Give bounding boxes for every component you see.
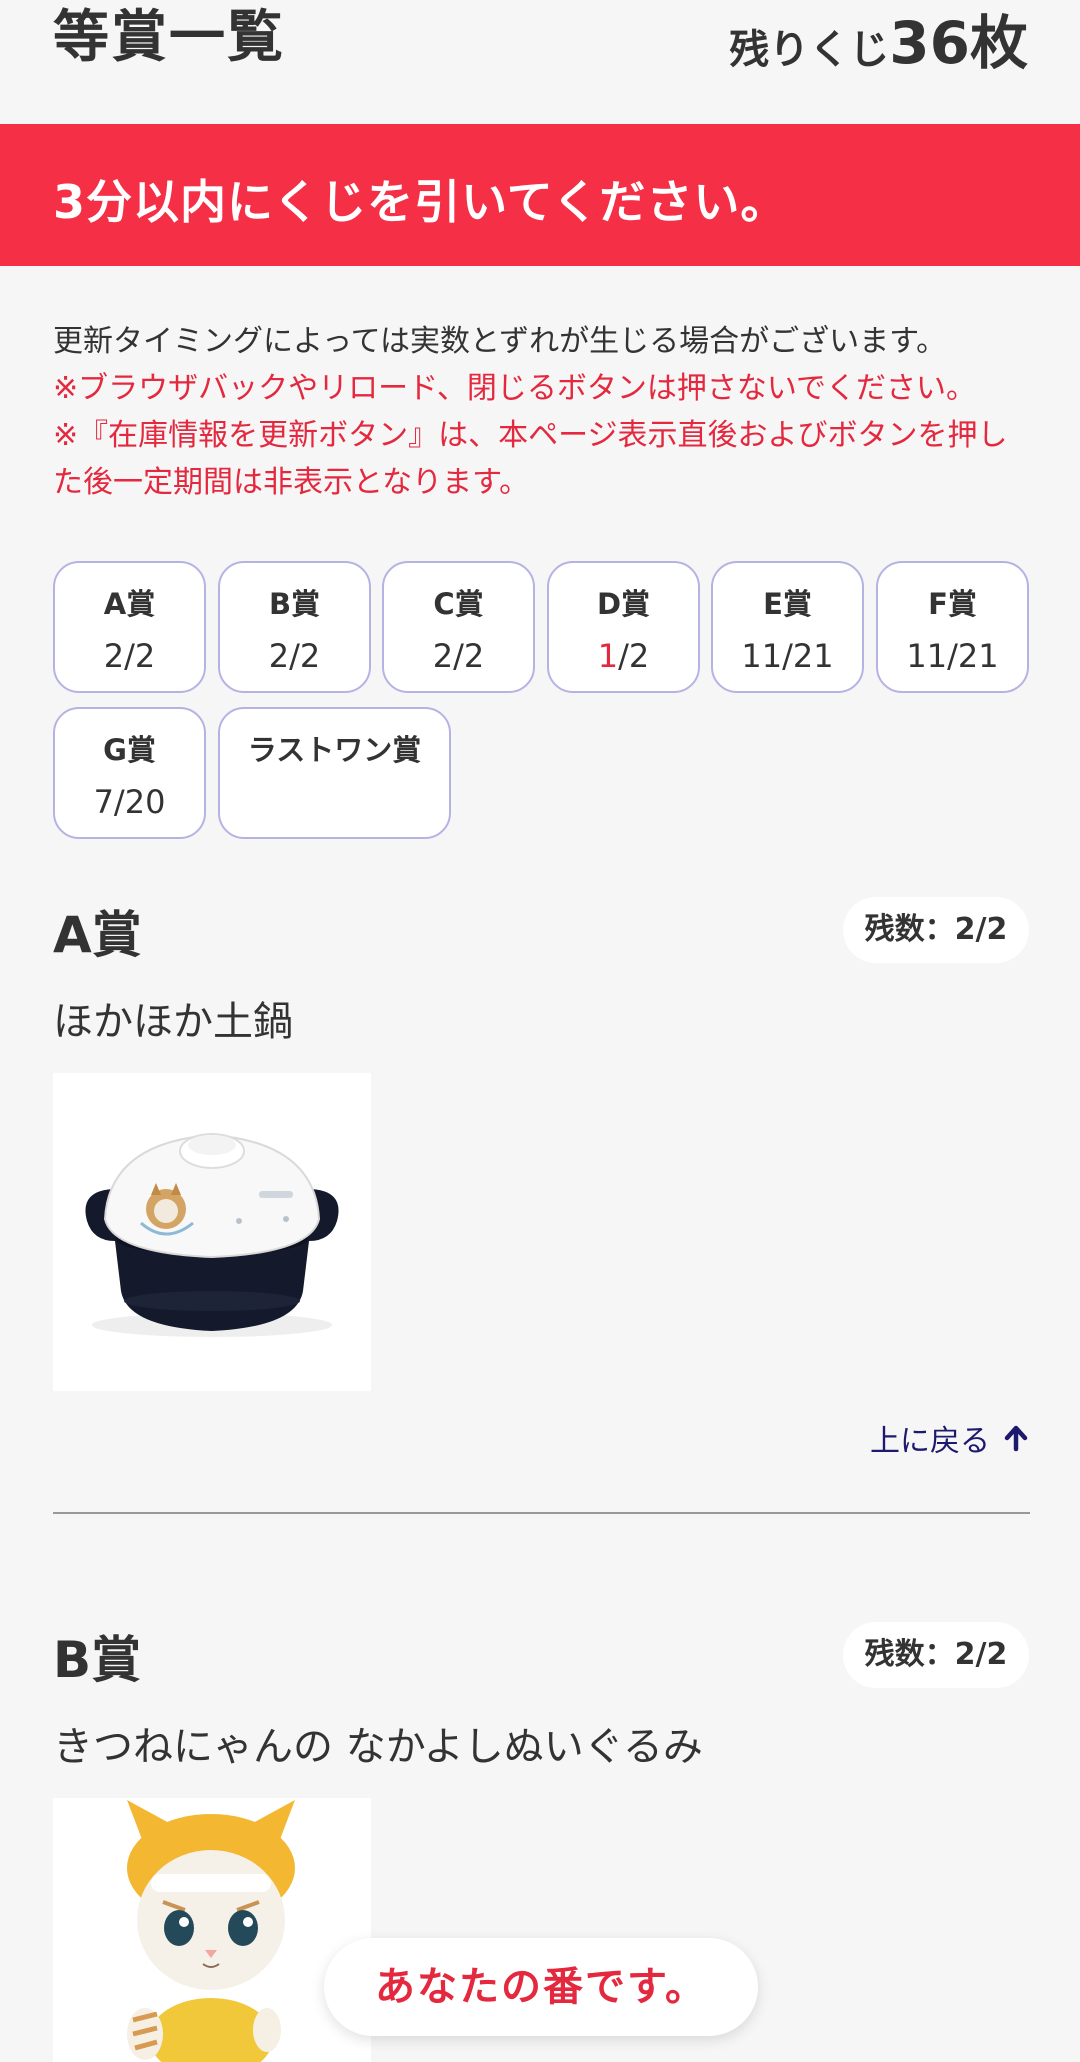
remaining-badge-a: 残数：2/2 <box>843 897 1029 963</box>
remaining-badge-b: 残数：2/2 <box>843 1622 1029 1688</box>
prize-tab-label: C賞 <box>433 587 484 621</box>
header: 等賞一覧 残りくじ36枚 <box>53 0 1028 80</box>
prize-tab-f[interactable]: F賞 11/21 <box>876 561 1029 693</box>
prize-tab-g[interactable]: G賞 7/20 <box>53 707 206 839</box>
prize-tab-label: E賞 <box>763 587 812 621</box>
prize-tab-count: 2/2 <box>103 637 156 675</box>
prize-tab-count: 7/20 <box>93 783 166 821</box>
prize-tab-count: 1/2 <box>549 637 698 675</box>
prize-tab-label: G賞 <box>103 733 156 767</box>
item-image-plush <box>53 1798 371 2062</box>
prize-tab-count: 11/21 <box>741 637 834 675</box>
timer-banner: 3分以内にくじを引いてください。 <box>0 124 1080 266</box>
prize-tab-label: D賞 <box>596 587 651 621</box>
prize-tab-c[interactable]: C賞 2/2 <box>382 561 535 693</box>
notice-text: 更新タイミングによっては実数とずれが生じる場合がございます。 ※ブラウザバックや… <box>53 318 1033 506</box>
prize-tab-e[interactable]: E賞 11/21 <box>711 561 864 693</box>
item-name-b: きつねにゃんの なかよしぬいぐるみ <box>53 1724 703 1770</box>
prize-tab-count: 2/2 <box>432 637 485 675</box>
prize-tab-b[interactable]: B賞 2/2 <box>218 561 371 693</box>
remaining-tickets: 残りくじ36枚 <box>729 0 1028 80</box>
plush-illustration <box>127 1800 295 2062</box>
prize-tab-label: F賞 <box>928 587 977 621</box>
prize-tab-count: 2/2 <box>268 637 321 675</box>
prize-tab-label: B賞 <box>268 587 321 621</box>
item-name-a: ほかほか土鍋 <box>53 999 293 1045</box>
prize-tab-count-low: 1 <box>597 637 619 675</box>
arrow-up-icon <box>1004 1425 1028 1452</box>
page-title: 等賞一覧 <box>53 5 285 70</box>
back-to-top-link[interactable]: 上に戻る <box>870 1416 1030 1460</box>
notice-line-update: 更新タイミングによっては実数とずれが生じる場合がございます。 <box>53 324 947 359</box>
prize-tabs: A賞 2/2 B賞 2/2 C賞 2/2 D賞 1/2 E賞 11/21 F賞 … <box>53 561 1033 841</box>
prize-tab-last-one[interactable]: ラストワン賞 <box>218 707 451 839</box>
prize-tab-label: ラストワン賞 <box>247 733 422 767</box>
item-image-donabe <box>53 1073 371 1391</box>
prize-tab-count-total: /2 <box>618 637 650 675</box>
prize-tab-count: 11/21 <box>906 637 999 675</box>
your-turn-button[interactable]: あなたの番です。 <box>324 1938 758 2036</box>
prize-tab-d[interactable]: D賞 1/2 <box>547 561 700 693</box>
back-to-top-label: 上に戻る <box>870 1424 990 1459</box>
timer-banner-text: 3分以内にくじを引いてください。 <box>53 175 788 229</box>
section-divider <box>53 1512 1030 1514</box>
remaining-label: 残りくじ <box>729 27 890 73</box>
prize-tab-a[interactable]: A賞 2/2 <box>53 561 206 693</box>
remaining-count: 36枚 <box>889 9 1028 77</box>
section-title-b: B賞 <box>53 1631 142 1689</box>
notice-line-stock-button: ※『在庫情報を更新ボタン』は、本ページ表示直後およびボタンを押した後一定期間は非… <box>53 418 1008 500</box>
section-title-a: A賞 <box>53 906 142 964</box>
notice-line-browser-back: ※ブラウザバックやリロード、閉じるボタンは押さないでください。 <box>53 371 977 406</box>
donabe-illustration <box>85 1133 339 1337</box>
prize-tab-label: A賞 <box>103 587 156 621</box>
